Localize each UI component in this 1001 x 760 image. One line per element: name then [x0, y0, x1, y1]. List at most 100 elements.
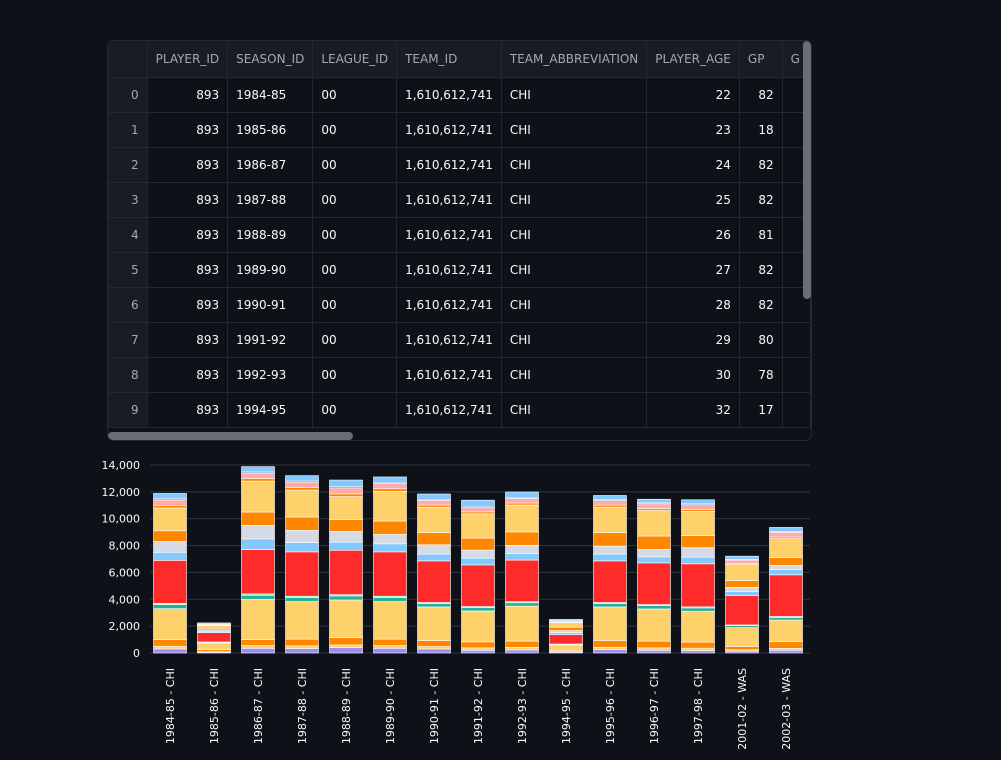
- bar-segment[interactable]: [770, 648, 803, 650]
- bar-segment[interactable]: [550, 619, 583, 620]
- bar-segment[interactable]: [418, 507, 451, 533]
- bar-segment[interactable]: [638, 557, 671, 563]
- bar-segment[interactable]: [506, 492, 539, 497]
- bar-segment[interactable]: [286, 490, 319, 517]
- bar-segment[interactable]: [594, 500, 627, 505]
- bar-segment[interactable]: [550, 623, 583, 628]
- bar-segment[interactable]: [726, 628, 759, 647]
- bar-segment[interactable]: [594, 561, 627, 603]
- bar-segment[interactable]: [374, 521, 407, 534]
- table-row[interactable]: 28931986-87001,610,612,741CHI2482: [108, 147, 811, 182]
- bar-segment[interactable]: [462, 514, 495, 538]
- bar-segment[interactable]: [462, 558, 495, 565]
- bar-segment[interactable]: [330, 550, 363, 594]
- bar-segment[interactable]: [638, 549, 671, 556]
- bar-segment[interactable]: [418, 561, 451, 603]
- bar-segment[interactable]: [682, 500, 715, 504]
- bar-segment[interactable]: [594, 546, 627, 554]
- bar-segment[interactable]: [506, 553, 539, 560]
- bar-segment[interactable]: [682, 548, 715, 557]
- bar-segment[interactable]: [594, 647, 627, 649]
- bar-segment[interactable]: [594, 650, 627, 653]
- bar-segment[interactable]: [726, 595, 759, 625]
- bar-segment[interactable]: [638, 509, 671, 511]
- bar-segment[interactable]: [286, 487, 319, 490]
- bar-segment[interactable]: [198, 633, 231, 642]
- bar-segment[interactable]: [418, 505, 451, 507]
- bar-segment[interactable]: [374, 639, 407, 645]
- table-row[interactable]: 78931991-92001,610,612,741CHI2980: [108, 322, 811, 357]
- bar-segment[interactable]: [242, 539, 275, 550]
- column-header[interactable]: LEAGUE_ID: [313, 41, 397, 77]
- table-row[interactable]: 48931988-89001,610,612,741CHI2681: [108, 217, 811, 252]
- bar-segment[interactable]: [726, 565, 759, 581]
- bar-segment[interactable]: [462, 538, 495, 550]
- bar-segment[interactable]: [638, 504, 671, 509]
- bar-segment[interactable]: [198, 643, 231, 650]
- bar-segment[interactable]: [682, 611, 715, 642]
- bar-segment[interactable]: [506, 650, 539, 653]
- column-header[interactable]: SEASON_ID: [228, 41, 313, 77]
- bar-segment[interactable]: [594, 607, 627, 641]
- bar-segment[interactable]: [242, 599, 275, 639]
- bar-segment[interactable]: [770, 569, 803, 574]
- table-row[interactable]: 88931992-93001,610,612,741CHI3078: [108, 357, 811, 392]
- bar-segment[interactable]: [330, 488, 363, 494]
- bar-segment[interactable]: [506, 532, 539, 545]
- bar-segment[interactable]: [506, 498, 539, 503]
- bar-segment[interactable]: [462, 611, 495, 642]
- bar-segment[interactable]: [154, 609, 187, 640]
- bar-segment[interactable]: [330, 519, 363, 531]
- bar-segment[interactable]: [682, 651, 715, 653]
- bar-segment[interactable]: [770, 557, 803, 565]
- table-row[interactable]: 68931990-91001,610,612,741CHI2882: [108, 287, 811, 322]
- bar-segment[interactable]: [330, 480, 363, 487]
- table-row[interactable]: 98931994-95001,610,612,741CHI3217: [108, 392, 811, 427]
- bar-segment[interactable]: [374, 544, 407, 552]
- bar-segment[interactable]: [726, 626, 759, 628]
- bar-segment[interactable]: [550, 627, 583, 630]
- bar-segment[interactable]: [374, 648, 407, 653]
- bar-segment[interactable]: [286, 598, 319, 602]
- bar-segment[interactable]: [154, 552, 187, 560]
- bar-segment[interactable]: [154, 493, 187, 498]
- bar-segment[interactable]: [770, 527, 803, 531]
- bar-segment[interactable]: [374, 646, 407, 649]
- table-row[interactable]: 38931987-88001,610,612,741CHI2582: [108, 182, 811, 217]
- bar-segment[interactable]: [330, 648, 363, 653]
- bar-segment[interactable]: [374, 491, 407, 521]
- bar-segment[interactable]: [242, 512, 275, 525]
- column-header[interactable]: GP: [739, 41, 782, 77]
- bar-segment[interactable]: [418, 641, 451, 647]
- bar-segment[interactable]: [726, 646, 759, 649]
- bar-segment[interactable]: [682, 511, 715, 535]
- bar-segment[interactable]: [154, 542, 187, 553]
- bar-segment[interactable]: [682, 536, 715, 548]
- bar-segment[interactable]: [154, 605, 187, 609]
- column-header[interactable]: TEAM_ABBREVIATION: [501, 41, 646, 77]
- bar-segment[interactable]: [286, 639, 319, 646]
- bar-segment[interactable]: [638, 609, 671, 641]
- table-row[interactable]: 18931985-86001,610,612,741CHI2318: [108, 112, 811, 147]
- bar-segment[interactable]: [726, 591, 759, 595]
- column-header[interactable]: [108, 41, 147, 77]
- bar-segment[interactable]: [550, 631, 583, 633]
- bar-segment[interactable]: [726, 581, 759, 588]
- bar-segment[interactable]: [462, 650, 495, 653]
- bar-segment[interactable]: [506, 503, 539, 505]
- bar-segment[interactable]: [594, 505, 627, 507]
- bar-segment[interactable]: [594, 641, 627, 648]
- bar-segment[interactable]: [154, 508, 187, 531]
- bar-segment[interactable]: [198, 650, 231, 652]
- vertical-scrollbar[interactable]: [803, 41, 811, 299]
- bar-segment[interactable]: [154, 646, 187, 649]
- bar-segment[interactable]: [682, 608, 715, 611]
- bar-segment[interactable]: [418, 554, 451, 561]
- column-header[interactable]: PLAYER_AGE: [647, 41, 740, 77]
- bar-segment[interactable]: [286, 530, 319, 542]
- bar-segment[interactable]: [242, 646, 275, 649]
- bar-segment[interactable]: [726, 556, 759, 559]
- bar-segment[interactable]: [154, 560, 187, 603]
- bar-segment[interactable]: [594, 604, 627, 607]
- bar-segment[interactable]: [418, 494, 451, 499]
